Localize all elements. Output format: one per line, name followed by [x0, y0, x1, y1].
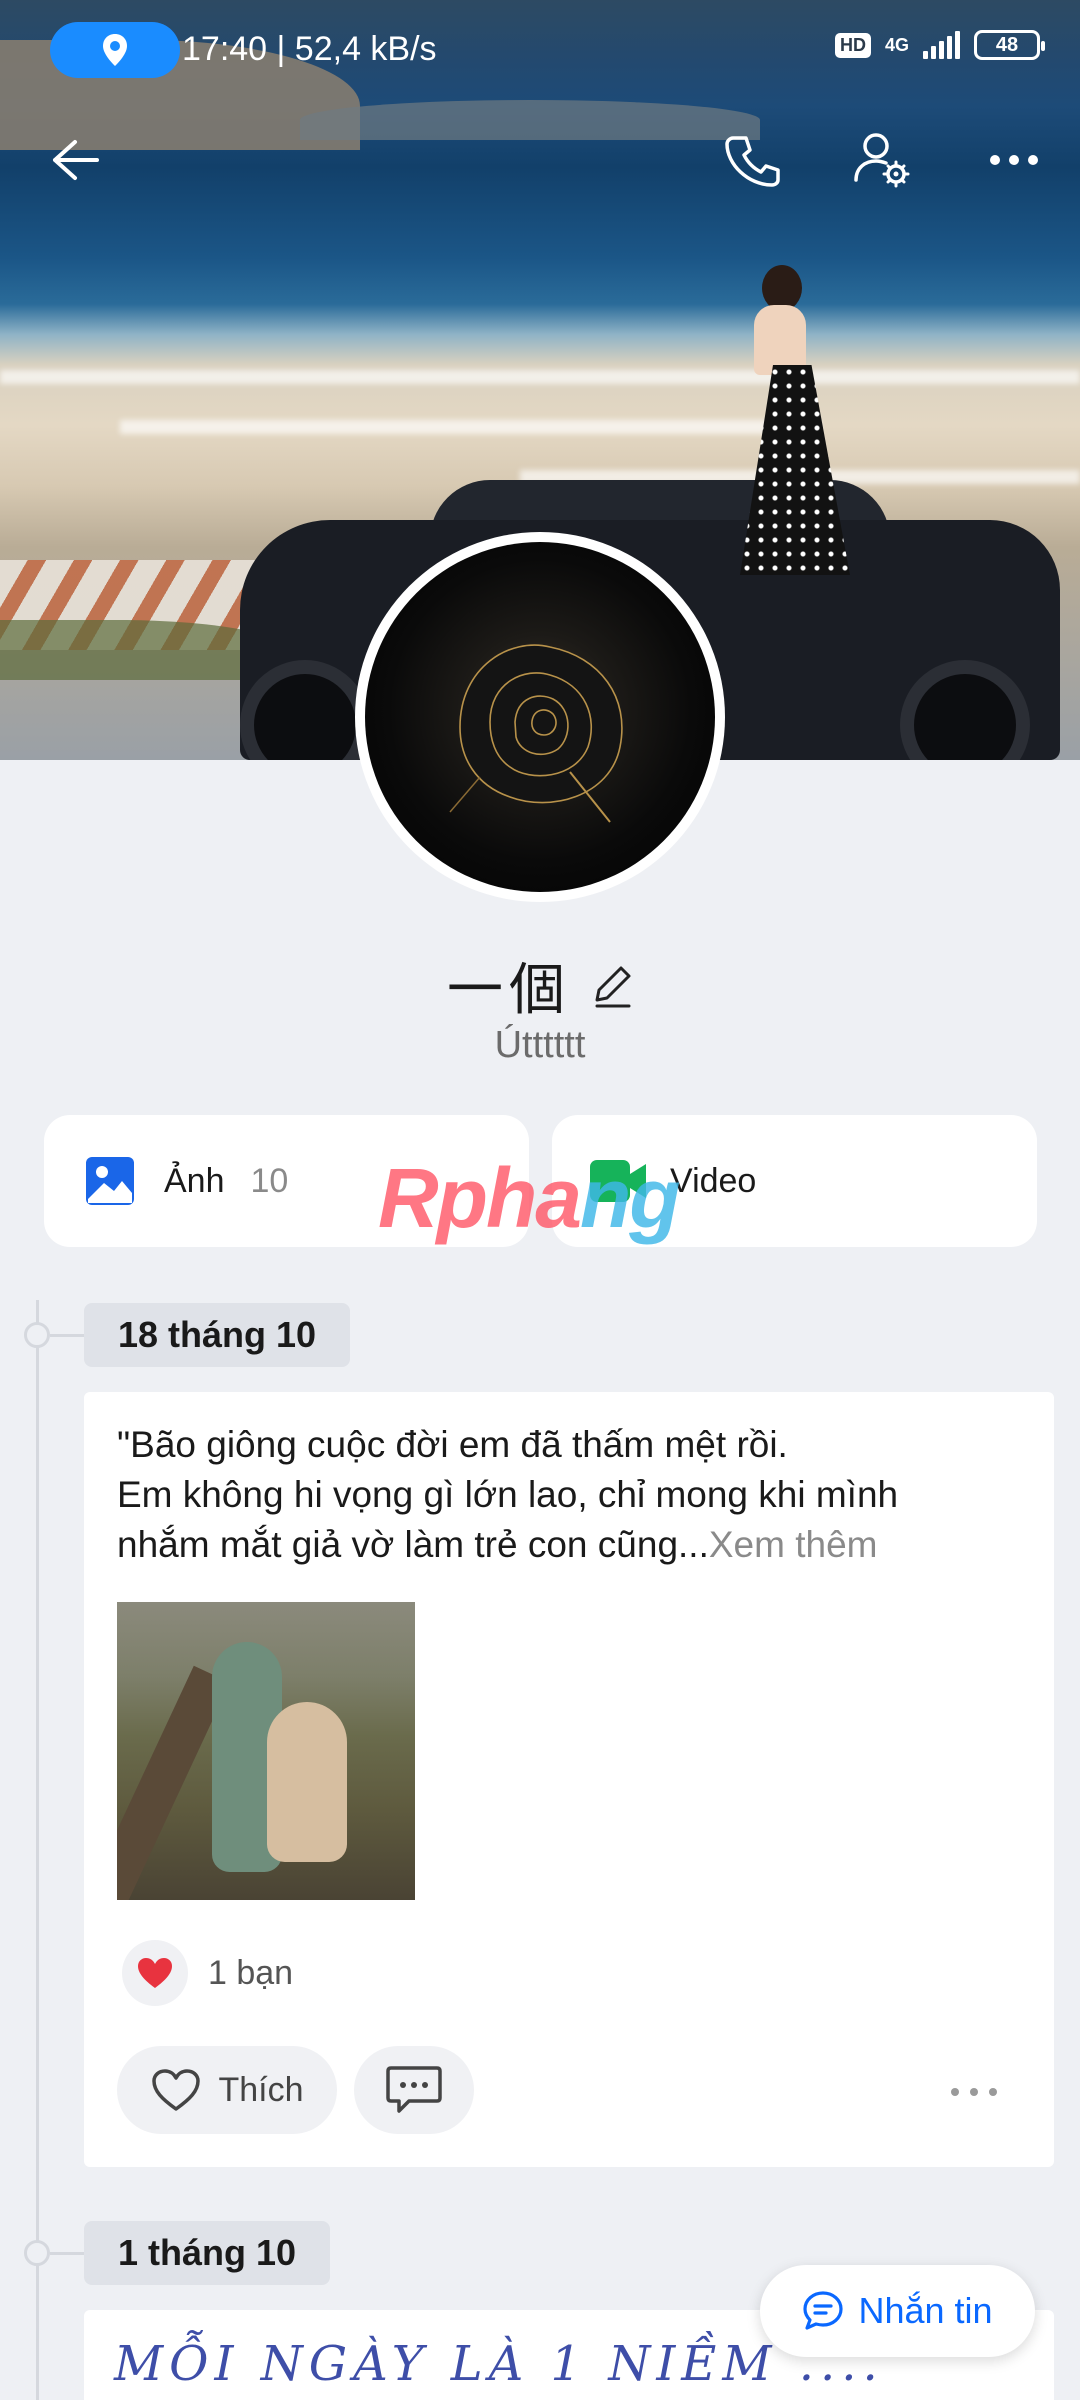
watermark-logo: Rphang: [378, 1151, 681, 1245]
more-icon: [990, 155, 1038, 165]
timeline-connector: [50, 1334, 85, 1337]
cover-wave: [0, 370, 1080, 384]
message-button[interactable]: Nhắn tin: [760, 2265, 1035, 2357]
avatar[interactable]: [355, 532, 725, 902]
date-chip: 1 tháng 10: [84, 2221, 331, 2285]
photos-label: Ảnh: [164, 1161, 225, 1200]
like-button[interactable]: Thích: [117, 2046, 337, 2134]
profile-name-row: 一個: [0, 945, 1080, 1026]
profile-subtitle: Útttttt: [494, 1024, 586, 1066]
comment-icon: [386, 2066, 442, 2113]
more-button[interactable]: [974, 120, 1054, 200]
phone-icon: [725, 136, 780, 187]
video-label: Video: [670, 1161, 757, 1200]
back-icon: [53, 140, 99, 180]
post-more-button[interactable]: [944, 2072, 1004, 2112]
network-type: 4G: [884, 35, 909, 55]
heart-outline-icon: [152, 2069, 201, 2111]
more-icon: [951, 2088, 997, 2096]
cover-person: [740, 265, 850, 595]
post-text[interactable]: "Bão giông cuộc đời em đã thấm mệt rồi. …: [117, 1420, 1027, 1570]
timeline-connector: [50, 2252, 85, 2255]
location-icon: [103, 34, 127, 66]
post-image[interactable]: [117, 1602, 415, 1900]
call-button[interactable]: [712, 120, 792, 200]
timeline-dot: [24, 1322, 50, 1348]
top-nav: [0, 120, 1080, 200]
post-text-line: nhắm mắt giả vờ làm trẻ con cũng...Xem t…: [117, 1524, 878, 1565]
see-more-link[interactable]: Xem thêm: [709, 1524, 878, 1565]
status-indicators: HD 4G 48: [834, 30, 1045, 60]
message-icon: [803, 2291, 844, 2330]
reaction-summary[interactable]: 1 bạn: [122, 1940, 293, 2006]
timeline-line: [36, 1300, 39, 2400]
message-label: Nhắn tin: [858, 2290, 993, 2331]
edit-icon[interactable]: [593, 964, 633, 1008]
profile-name: 一個: [447, 958, 571, 1023]
status-time-speed: 17:40 | 52,4 kB/s: [182, 30, 437, 68]
profile-settings-button[interactable]: [842, 120, 922, 200]
battery-icon: 48: [974, 30, 1045, 60]
comment-button[interactable]: [354, 2046, 474, 2134]
user-settings-icon: [854, 133, 910, 188]
heart-icon: [138, 1958, 172, 1988]
heart-reaction: [122, 1940, 188, 2006]
cover-wave: [120, 420, 820, 434]
post-text-line: Em không hi vọng gì lớn lao, chỉ mong kh…: [117, 1474, 899, 1515]
post-preview-text: MỖI NGÀY LÀ 1 NIỀM ....: [114, 2336, 884, 2392]
timeline-dot: [24, 2240, 50, 2266]
image-icon: [86, 1157, 134, 1205]
signal-icon: [923, 31, 960, 59]
like-label: Thích: [218, 2070, 304, 2109]
hd-badge: HD: [834, 32, 871, 58]
reaction-count: 1 bạn: [208, 1953, 294, 1992]
timeline-post[interactable]: "Bão giông cuộc đời em đã thấm mệt rồi. …: [84, 1392, 1054, 2167]
date-chip: 18 tháng 10: [84, 1303, 351, 1367]
post-text-line: "Bão giông cuộc đời em đã thấm mệt rồi.: [117, 1424, 788, 1465]
status-bar: 17:40 | 52,4 kB/s HD 4G 48: [0, 0, 1080, 100]
location-indicator: [50, 22, 180, 78]
rose-image: [449, 644, 623, 823]
back-button[interactable]: [36, 120, 116, 200]
photos-count: 10: [250, 1161, 289, 1200]
